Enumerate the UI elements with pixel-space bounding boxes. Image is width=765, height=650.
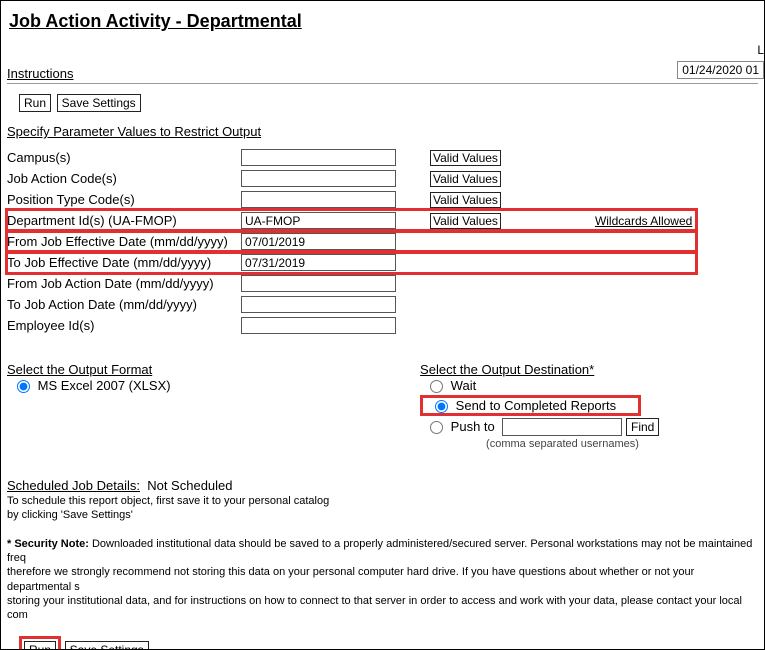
label-send: Send to Completed Reports — [456, 398, 616, 413]
parameter-table: Campus(s) Valid Values Job Action Code(s… — [7, 147, 696, 336]
label-from-eff: From Job Effective Date (mm/dd/yyyy) — [7, 231, 241, 252]
find-button[interactable]: Find — [626, 418, 659, 436]
label-push: Push to — [451, 419, 495, 434]
valid-values-ptc[interactable]: Valid Values — [430, 192, 501, 208]
sched-line2: by clicking 'Save Settings' — [7, 509, 133, 521]
jac-input[interactable] — [241, 170, 396, 187]
radio-send[interactable] — [435, 400, 448, 413]
label-to-eff: To Job Effective Date (mm/dd/yyyy) — [7, 252, 241, 273]
page-title: Job Action Activity - Departmental — [9, 11, 758, 32]
label-ptc: Position Type Code(s) — [7, 189, 241, 210]
run-button-bottom[interactable]: Run — [24, 641, 56, 650]
label-campus: Campus(s) — [7, 147, 241, 168]
ptc-input[interactable] — [241, 191, 396, 208]
label-from-act: From Job Action Date (mm/dd/yyyy) — [7, 273, 241, 294]
to-act-input[interactable] — [241, 296, 396, 313]
security-l2: therefore we strongly recommend not stor… — [7, 566, 694, 592]
radio-wait[interactable] — [430, 380, 443, 393]
sched-status: Not Scheduled — [147, 478, 232, 493]
label-xlsx: MS Excel 2007 (XLSX) — [38, 378, 171, 393]
radio-xlsx[interactable] — [17, 380, 30, 393]
wildcards-link[interactable]: Wildcards Allowed — [595, 214, 692, 228]
security-note: * Security Note: Downloaded institutiona… — [7, 537, 758, 623]
campus-input[interactable] — [241, 149, 396, 166]
pushto-input[interactable] — [502, 418, 622, 436]
output-dest-header: Select the Output Destination* — [420, 362, 594, 377]
run-highlight: Run — [19, 636, 61, 650]
top-right-info: L 01/24/2020 01 — [677, 43, 764, 79]
pushto-note: (comma separated usernames) — [486, 438, 758, 450]
valid-values-dept[interactable]: Valid Values — [430, 213, 501, 229]
label-dept: Department Id(s) (UA-FMOP) — [7, 210, 241, 231]
sched-header: Scheduled Job Details: — [7, 478, 140, 493]
to-eff-input[interactable] — [241, 254, 396, 271]
security-bold: * Security Note: — [7, 538, 89, 550]
top-right-char: L — [677, 43, 764, 57]
valid-values-jac[interactable]: Valid Values — [430, 171, 501, 187]
sched-line1: To schedule this report object, first sa… — [7, 495, 329, 507]
dept-input[interactable] — [241, 212, 396, 229]
output-format-header: Select the Output Format — [7, 362, 152, 377]
from-eff-input[interactable] — [241, 233, 396, 250]
send-highlight: Send to Completed Reports — [420, 395, 641, 416]
valid-values-campus[interactable]: Valid Values — [430, 150, 501, 166]
security-l1: Downloaded institutional data should be … — [7, 538, 752, 564]
save-settings-button-top[interactable]: Save Settings — [57, 94, 141, 112]
label-emp: Employee Id(s) — [7, 315, 241, 336]
security-l3: storing your institutional data, and for… — [7, 595, 742, 621]
specify-header: Specify Parameter Values to Restrict Out… — [7, 124, 758, 139]
label-wait: Wait — [451, 378, 477, 393]
label-to-act: To Job Action Date (mm/dd/yyyy) — [7, 294, 241, 315]
label-jac: Job Action Code(s) — [7, 168, 241, 189]
emp-input[interactable] — [241, 317, 396, 334]
save-settings-button-bottom[interactable]: Save Settings — [65, 641, 149, 650]
run-button-top[interactable]: Run — [19, 94, 51, 112]
divider — [7, 83, 758, 84]
instructions-link[interactable]: Instructions — [7, 66, 73, 81]
from-act-input[interactable] — [241, 275, 396, 292]
datetime-value: 01/24/2020 01 — [677, 61, 764, 79]
radio-push[interactable] — [430, 421, 443, 434]
